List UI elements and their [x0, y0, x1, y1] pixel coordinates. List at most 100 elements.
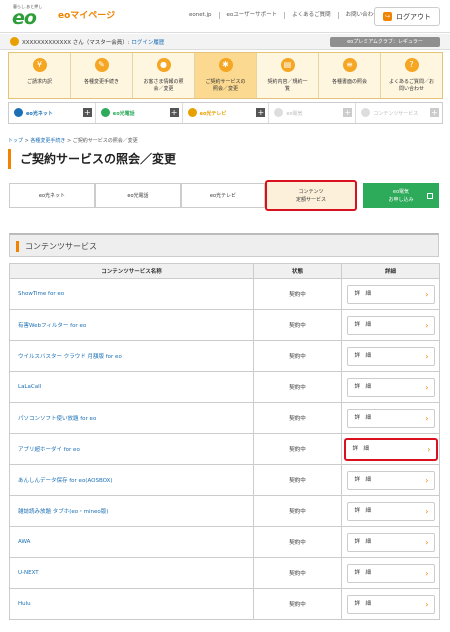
header-status: 状態: [253, 263, 342, 279]
header-link-eonet[interactable]: eonet.jp: [182, 12, 219, 19]
document-icon: ▤: [280, 58, 295, 72]
detail-button[interactable]: 詳 細 ›: [346, 284, 435, 304]
service-name-link[interactable]: ウイルスバスター クラウド 月額版 for eo: [9, 340, 254, 372]
menu-label: ご請求内訳: [26, 79, 52, 85]
page-title: ご契約サービスの照会／変更: [8, 149, 176, 169]
expand-plus-icon[interactable]: +: [82, 108, 92, 117]
menu-item-documents[interactable]: ≡ 各種書面の照会: [319, 53, 381, 98]
detail-button[interactable]: 詳 細 ›: [346, 563, 435, 583]
premium-club-badge[interactable]: eoプレミアムクラブ：レギュラー: [330, 37, 440, 47]
service-tabs: eo光ネット eo光電話 eo光テレビ コンテンツ 定額サービス eo電気 お申…: [9, 180, 439, 211]
tab-contents-service[interactable]: コンテンツ 定額サービス: [265, 180, 357, 211]
section-header: コンテンツサービス: [9, 233, 439, 257]
service-name-link[interactable]: 雑誌読み放題 タブホ(eo・mineo版): [9, 495, 254, 527]
detail-button[interactable]: 詳 細 ›: [346, 346, 435, 366]
expand-plus-icon[interactable]: +: [256, 108, 266, 117]
question-icon: ?: [404, 58, 419, 72]
detail-label: 詳 細: [354, 569, 372, 576]
chevron-right-icon: ›: [425, 320, 429, 330]
service-name-link[interactable]: LaLaCall: [9, 371, 254, 403]
service-eo-phone[interactable]: eo光電話 +: [96, 103, 183, 123]
section-title: コンテンツサービス: [25, 242, 97, 251]
user-bar: XXXXXXXXXXXXX さん（マスター会員）: ログイン履歴 eoプレミアム…: [0, 34, 450, 50]
table-row: パソコンソフト使い放題 for eo 契約中 詳 細 ›: [9, 402, 440, 434]
breadcrumb-top[interactable]: トップ: [8, 138, 23, 144]
person-icon: ●: [156, 58, 171, 72]
service-label: eo光電話: [112, 111, 135, 117]
service-status: 契約中: [253, 371, 342, 403]
eo-tv-icon: [187, 108, 197, 117]
menu-label: 各種変更手続き: [83, 79, 119, 85]
service-status: 契約中: [253, 557, 342, 589]
service-status: 契約中: [253, 588, 342, 620]
detail-button[interactable]: 詳 細 ›: [346, 315, 435, 335]
table-row: ShowTime for eo 契約中 詳 細 ›: [9, 278, 440, 310]
tab-eo-tv[interactable]: eo光テレビ: [181, 183, 265, 208]
menu-item-billing[interactable]: ¥ ご請求内訳: [9, 53, 71, 98]
tab-eo-denki-apply[interactable]: eo電気 お申し込み: [363, 183, 439, 208]
detail-label: 詳 細: [354, 321, 372, 328]
chevron-right-icon: ›: [427, 444, 431, 454]
detail-button[interactable]: 詳 細 ›: [346, 501, 435, 521]
expand-plus-icon: +: [343, 108, 353, 117]
breadcrumb-current: ご契約サービスの照会／変更: [72, 138, 138, 144]
breadcrumb-sep: >: [65, 138, 73, 144]
table-row: U-NEXT 契約中 詳 細 ›: [9, 557, 440, 589]
service-name-link[interactable]: パソコンソフト使い放題 for eo: [9, 402, 254, 434]
detail-label: 詳 細: [354, 383, 372, 390]
service-name-link[interactable]: 有害Webフィルター for eo: [9, 309, 254, 341]
menu-item-faq[interactable]: ? よくあるご質問／お 問い合わせ: [381, 53, 442, 98]
section-bar: [16, 241, 19, 252]
table-row: あんしんデータ保存 for eo(AOSBOX) 契約中 詳 細 ›: [9, 464, 440, 496]
detail-label: 詳 細: [354, 476, 372, 483]
chevron-right-icon: ›: [425, 289, 429, 299]
page: 暮らし あと押し eo eoマイページ eonet.jp eoユーザーサポート …: [0, 0, 450, 632]
detail-button-highlighted[interactable]: 詳 細 ›: [343, 437, 438, 461]
table-row: 雑誌読み放題 タブホ(eo・mineo版) 契約中 詳 細 ›: [9, 495, 440, 527]
eo-denki-icon: [274, 108, 284, 117]
menu-item-customer-info[interactable]: ● お客さま情報の照 会／変更: [133, 53, 195, 98]
service-contents: コンテンツサービス +: [356, 103, 442, 123]
service-name-link[interactable]: U-NEXT: [9, 557, 254, 589]
menu-item-contracts[interactable]: ▤ 契約内容／規約一 覧: [257, 53, 319, 98]
service-name-link[interactable]: アプリ超ホーダイ for eo: [9, 433, 254, 465]
chevron-right-icon: ›: [425, 475, 429, 485]
detail-button[interactable]: 詳 細 ›: [346, 470, 435, 490]
service-status: 契約中: [253, 433, 342, 465]
table-row: LaLaCall 契約中 詳 細 ›: [9, 371, 440, 403]
menu-item-services[interactable]: ✱ ご契約サービスの 照会／変更: [195, 53, 257, 98]
detail-label: 詳 細: [352, 445, 370, 452]
service-eo-tv[interactable]: eo光テレビ +: [183, 103, 270, 123]
header-link-faq[interactable]: よくあるご質問: [284, 12, 338, 19]
service-label: eo電気: [286, 111, 303, 117]
brand-name: eoマイページ: [58, 11, 116, 21]
table-row: AWA 契約中 詳 細 ›: [9, 526, 440, 558]
header-service-name: コンテンツサービス名称: [9, 263, 254, 279]
service-label: eo光テレビ: [199, 111, 227, 117]
breadcrumb-procedures[interactable]: 各種変更手続き: [30, 138, 65, 144]
menu-label: よくあるご質問／お 問い合わせ: [388, 79, 434, 92]
expand-plus-icon[interactable]: +: [169, 108, 179, 117]
eo-logo[interactable]: 暮らし あと押し eo: [10, 4, 56, 28]
header-link-support[interactable]: eoユーザーサポート: [218, 12, 285, 19]
expand-plus-icon: +: [429, 108, 439, 117]
tab-eo-phone[interactable]: eo光電話: [95, 183, 181, 208]
detail-button[interactable]: 詳 細 ›: [346, 408, 435, 428]
logout-button[interactable]: ↪ ログアウト: [374, 7, 440, 26]
tab-eo-net[interactable]: eo光ネット: [9, 183, 95, 208]
detail-button[interactable]: 詳 細 ›: [346, 532, 435, 552]
menu-item-procedures[interactable]: ✎ 各種変更手続き: [71, 53, 133, 98]
table-row: ウイルスバスター クラウド 月額版 for eo 契約中 詳 細 ›: [9, 340, 440, 372]
detail-button[interactable]: 詳 細 ›: [346, 594, 435, 614]
service-name-link[interactable]: ShowTime for eo: [9, 278, 254, 310]
chevron-right-icon: ›: [425, 599, 429, 609]
contents-icon: [361, 108, 371, 117]
service-eo-net[interactable]: eo光ネット +: [9, 103, 96, 123]
login-history-link[interactable]: ログイン履歴: [131, 40, 164, 46]
service-name-link[interactable]: あんしんデータ保存 for eo(AOSBOX): [9, 464, 254, 496]
service-name-link[interactable]: Hulu: [9, 588, 254, 620]
service-bar: eo光ネット + eo光電話 + eo光テレビ + eo電気 + コンテンツサービス +: [8, 102, 443, 124]
service-name-link[interactable]: AWA: [9, 526, 254, 558]
service-status: 契約中: [253, 340, 342, 372]
detail-button[interactable]: 詳 細 ›: [346, 377, 435, 397]
